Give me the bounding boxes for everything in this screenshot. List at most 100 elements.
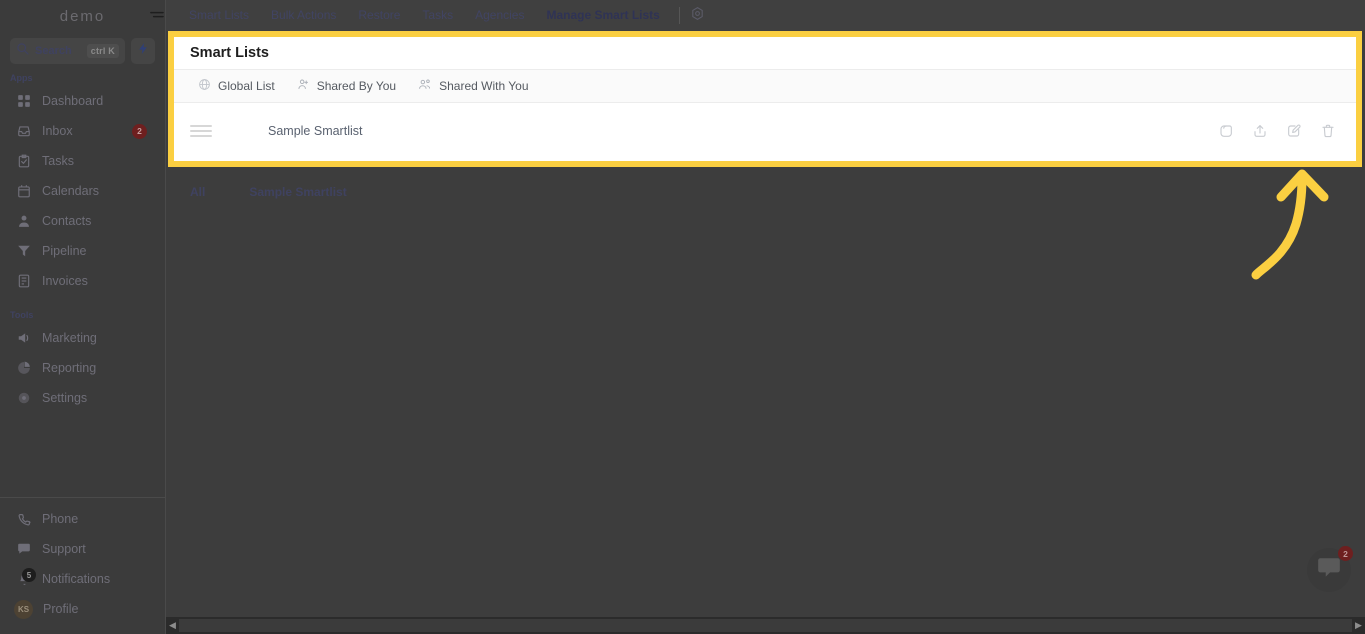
tab-restore[interactable]: Restore [347,0,411,31]
sidebar-item-marketing[interactable]: Marketing [0,323,165,353]
calendar-icon [16,183,32,199]
sidebar-item-contacts[interactable]: Contacts [0,206,165,236]
sidebar-item-label: Profile [43,602,79,616]
drag-handle-icon[interactable] [190,125,212,137]
filter-label: Global List [218,79,275,93]
sidebar-item-inbox[interactable]: Inbox 2 [0,116,165,146]
sidebar-item-dashboard[interactable]: Dashboard [0,86,165,116]
tab-bulk-actions[interactable]: Bulk Actions [260,0,347,31]
brand-logo[interactable]: demo [0,0,165,32]
subtab-all[interactable]: All [190,185,205,199]
inbox-icon [16,123,32,139]
annotation-arrow [1248,168,1338,288]
tab-manage-smart-lists[interactable]: Manage Smart Lists [535,0,670,31]
chat-bubble-icon [1316,555,1342,586]
sidebar-item-invoices[interactable]: Invoices [0,266,165,296]
sidebar-item-calendars[interactable]: Calendars [0,176,165,206]
lightning-bolt-icon [137,42,150,60]
phone-icon [16,511,32,527]
filter-shared-with-you[interactable]: Shared With You [418,78,529,94]
pie-chart-icon [16,360,32,376]
contacts-person-icon [16,213,32,229]
search-input[interactable]: Search ctrl K [10,38,125,64]
support-chat-icon [16,541,32,557]
scroll-left-arrow-icon[interactable]: ◀ [166,617,179,634]
sidebar-bottom-group: Phone Support 5 Notifications KS Profile [0,497,165,634]
smartlist-subtabs: All Sample Smartlist [166,178,347,206]
search-icon [16,42,29,60]
avatar: KS [14,599,33,619]
invoices-document-icon [16,273,32,289]
sidebar-search-row: Search ctrl K [0,32,165,68]
smartlist-name: Sample Smartlist [268,124,363,138]
scrollbar-track[interactable] [179,617,1352,634]
sidebar-item-label: Invoices [42,274,88,288]
sidebar-item-label: Dashboard [42,94,104,108]
notifications-badge: 5 [22,568,36,582]
sidebar-item-label: Contacts [42,214,92,228]
panel-header: Smart Lists [174,37,1356,70]
sidebar-item-label: Support [42,542,86,556]
sidebar-item-profile[interactable]: KS Profile [0,594,165,624]
share-upload-icon[interactable] [1251,123,1268,140]
person-share-icon [297,78,310,94]
top-navigation-bar: Smart Lists Bulk Actions Restore Tasks A… [166,0,1365,31]
sidebar-collapse-toggle[interactable] [148,8,166,24]
sidebar-item-label: Phone [42,512,79,526]
edit-icon[interactable] [1285,123,1302,140]
sidebar-item-label: Settings [42,391,88,405]
search-shortcut-badge: ctrl K [86,44,119,58]
tab-tasks[interactable]: Tasks [411,0,464,31]
inbox-badge: 2 [132,123,147,139]
sidebar-item-notifications[interactable]: 5 Notifications [0,564,165,594]
people-group-icon [418,78,432,94]
tab-smart-lists[interactable]: Smart Lists [178,0,260,31]
sidebar-item-label: Reporting [42,361,97,375]
sidebar-section-label-apps: Apps [10,73,33,83]
panel-filter-bar: Global List Shared By You Shared With Yo… [174,70,1356,103]
table-row[interactable]: Sample Smartlist [174,103,1356,159]
gear-icon [690,6,705,26]
tab-agencies[interactable]: Agencies [464,0,535,31]
sidebar-item-settings[interactable]: Settings [0,383,165,413]
tasks-clipboard-icon [16,153,32,169]
sidebar-item-label: Pipeline [42,244,87,258]
delete-icon[interactable] [1319,123,1336,140]
sidebar-section-label-tools: Tools [10,310,34,320]
topnav-divider [678,7,680,24]
topnav-settings-button[interactable] [688,6,708,26]
filter-shared-by-you[interactable]: Shared By You [297,78,396,94]
duplicate-icon[interactable] [1217,123,1234,140]
sidebar-item-label: Notifications [42,572,111,586]
sidebar-item-phone[interactable]: Phone [0,504,165,534]
gear-icon [16,390,32,406]
scroll-right-arrow-icon[interactable]: ▶ [1352,617,1365,634]
sidebar-item-reporting[interactable]: Reporting [0,353,165,383]
quick-action-button[interactable] [131,38,155,64]
smart-lists-panel-highlight: Smart Lists Global List Shared By You Sh… [168,31,1362,167]
filter-label: Shared With You [439,79,529,93]
row-actions [1217,123,1336,140]
sidebar: demo Search ctrl K Apps Dashboard Inbox … [0,0,166,634]
horizontal-scrollbar[interactable]: ◀ ▶ [166,617,1365,634]
app-root: demo Search ctrl K Apps Dashboard Inbox … [0,0,1365,634]
sidebar-item-support[interactable]: Support [0,534,165,564]
sidebar-item-pipeline[interactable]: Pipeline [0,236,165,266]
dashboard-grid-icon [16,93,32,109]
sidebar-item-label: Marketing [42,331,97,345]
subtab-sample-smartlist[interactable]: Sample Smartlist [249,185,346,199]
sidebar-item-tasks[interactable]: Tasks [0,146,165,176]
scrollbar-thumb[interactable] [179,619,1352,632]
chat-widget-button[interactable]: 2 [1307,546,1353,592]
pipeline-funnel-icon [16,243,32,259]
sidebar-item-label: Tasks [42,154,74,168]
page-title: Smart Lists [190,45,269,61]
megaphone-icon [16,330,32,346]
sidebar-item-label: Calendars [42,184,99,198]
filter-label: Shared By You [316,79,397,93]
filter-global-list[interactable]: Global List [198,78,275,94]
sidebar-item-label: Inbox [42,124,73,138]
globe-icon [198,78,211,94]
search-label: Search [35,45,72,57]
